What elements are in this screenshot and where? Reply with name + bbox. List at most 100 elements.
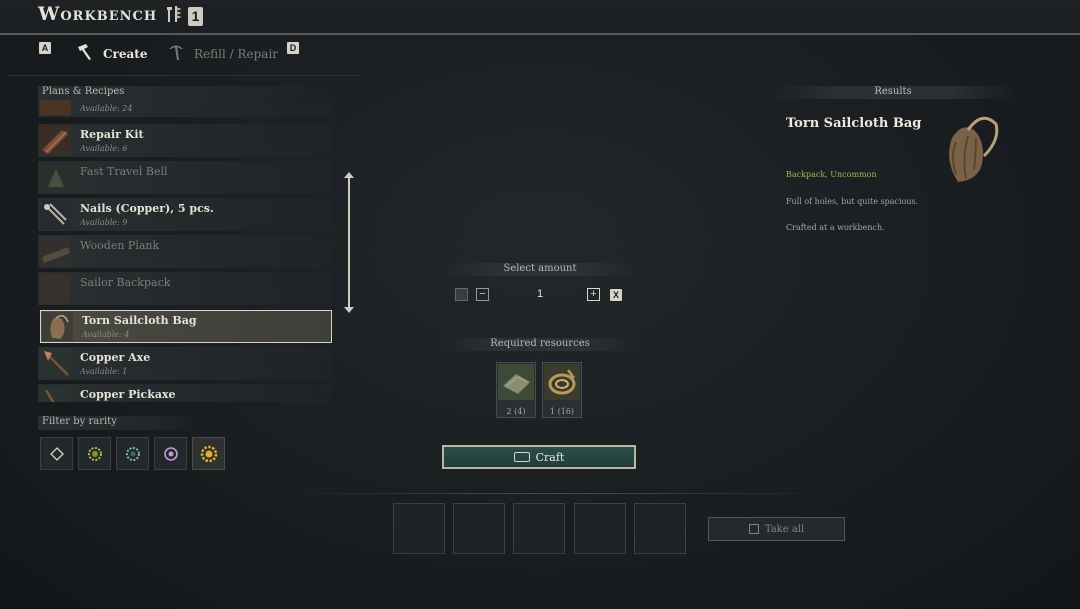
diamond-icon (49, 446, 64, 461)
filter-header-label: Filter by rarity (42, 416, 117, 427)
recipe-item-wooden-plank[interactable]: Wooden Plank (38, 235, 332, 268)
max-amount-key[interactable]: X (610, 289, 622, 301)
resource-slot-cloth[interactable]: 2 (4) (496, 362, 536, 418)
amount-selector: − 1 + X (455, 287, 625, 303)
results-header: Results (770, 86, 1016, 99)
craft-label: Craft (535, 450, 565, 464)
next-tab-key[interactable]: D (287, 42, 299, 54)
take-all-label: Take all (764, 523, 805, 535)
nails-icon (40, 200, 71, 229)
workbench-level-badge: 1 (188, 6, 203, 26)
keyboard-space-icon (513, 452, 530, 462)
scroll-down-arrow[interactable] (344, 307, 354, 313)
divider (8, 75, 360, 76)
tab-create[interactable]: Create (75, 42, 147, 65)
recipe-name: Wooden Plank (80, 239, 160, 252)
output-slot[interactable] (453, 503, 505, 554)
prev-tab-key[interactable]: A (39, 42, 51, 54)
pickaxe-icon (166, 42, 186, 65)
required-header-label: Required resources (490, 338, 590, 349)
result-rarity: Backpack, Uncommon (786, 170, 877, 179)
recipe-name: Torn Sailcloth Bag (82, 314, 197, 327)
title-icons: 1 (164, 4, 203, 28)
recipe-availability: Available: 9 (80, 218, 128, 227)
mode-tabs: A Create Refill / Repair D (0, 40, 360, 66)
recipes-header-label: Plans & Recipes (42, 86, 125, 97)
output-slot[interactable] (393, 503, 445, 554)
recipe-thumb-plank-icon (40, 100, 71, 115)
output-slot[interactable] (513, 503, 565, 554)
recipe-item-repair-kit[interactable]: Repair Kit Available: 6 (38, 124, 332, 157)
amount-value: 1 (536, 288, 544, 300)
result-item-image (938, 110, 1004, 190)
decrease-button[interactable]: − (476, 288, 489, 301)
recipe-availability: Available: 1 (80, 367, 128, 376)
output-slot[interactable] (574, 503, 626, 554)
rope-icon (544, 364, 580, 400)
min-amount-icon[interactable] (455, 288, 468, 301)
recipe-item-nails[interactable]: Nails (Copper), 5 pcs. Available: 9 (38, 198, 332, 231)
amount-header-label: Select amount (503, 263, 577, 274)
recipe-availability: Available: 24 (80, 104, 133, 113)
recipe-availability: Available: 4 (82, 330, 130, 339)
tab-create-label: Create (103, 46, 148, 61)
pickaxe-icon (40, 386, 71, 402)
amount-header: Select amount (440, 263, 640, 276)
recipe-item-copper-pickaxe[interactable]: Copper Pickaxe (38, 384, 332, 402)
cloth-icon (498, 364, 534, 400)
gear-teal-icon (125, 446, 140, 461)
recipe-name: Copper Axe (80, 351, 151, 364)
tab-refill-label: Refill / Repair (194, 46, 279, 61)
hammer-saw-icon (164, 4, 184, 28)
rarity-all-button[interactable] (40, 437, 73, 470)
resource-qty: 1 (16) (549, 407, 575, 416)
result-crafting-info: Crafted at a workbench. (786, 223, 885, 232)
take-all-button[interactable]: Take all (708, 517, 845, 541)
recipe-item-fast-travel-bell[interactable]: Fast Travel Bell (38, 161, 332, 194)
key-d-hint: D (287, 42, 299, 54)
results-header-label: Results (874, 86, 912, 97)
recipe-item[interactable]: Available: 24 (38, 100, 332, 117)
recipe-list: Available: 24 Repair Kit Available: 6 Fa… (38, 100, 334, 402)
rarity-filter-row (40, 437, 225, 470)
rarity-legendary-button[interactable] (192, 437, 225, 470)
top-bar: Workbench 1 (0, 0, 1080, 35)
recipe-item-copper-axe[interactable]: Copper Axe Available: 1 (38, 347, 332, 380)
recipe-scrollbar[interactable] (348, 175, 350, 311)
sailcloth-bag-icon (949, 116, 999, 182)
required-header: Required resources (440, 338, 640, 351)
recipe-name: Sailor Backpack (80, 276, 171, 289)
recipe-item-sailor-backpack[interactable]: Sailor Backpack (38, 272, 332, 305)
bell-icon (40, 163, 71, 192)
divider (280, 493, 840, 494)
recipes-header: Plans & Recipes (38, 86, 342, 100)
recipe-name: Fast Travel Bell (80, 165, 168, 178)
recipe-item-torn-sailcloth-bag[interactable]: Torn Sailcloth Bag Available: 4 (40, 310, 332, 343)
result-item-name: Torn Sailcloth Bag (786, 116, 922, 131)
resource-slot-rope[interactable]: 1 (16) (542, 362, 582, 418)
page-title: Workbench (38, 3, 158, 25)
increase-button[interactable]: + (587, 288, 600, 301)
rarity-common-button[interactable] (78, 437, 111, 470)
recipe-name: Repair Kit (80, 128, 144, 141)
craft-button[interactable]: Craft (442, 445, 636, 469)
filter-header: Filter by rarity (38, 416, 202, 430)
hammer-icon (75, 42, 95, 65)
circle-purple-icon (163, 446, 178, 461)
output-slot[interactable] (634, 503, 686, 554)
backpack-icon (40, 274, 71, 303)
tab-refill-repair[interactable]: Refill / Repair (166, 42, 278, 65)
rarity-rare-button[interactable] (154, 437, 187, 470)
gear-gold-icon (200, 445, 217, 462)
result-description: Full of holes, but quite spacious. (786, 197, 919, 206)
key-hint-icon (748, 524, 759, 534)
repair-kit-icon (40, 126, 71, 155)
recipe-name: Copper Pickaxe (80, 388, 176, 401)
sailcloth-bag-icon (42, 312, 73, 341)
recipe-name: Nails (Copper), 5 pcs. (80, 202, 214, 215)
resource-qty: 2 (4) (506, 407, 526, 416)
plank-icon (40, 237, 71, 266)
gear-yellow-icon (87, 446, 102, 461)
rarity-uncommon-button[interactable] (116, 437, 149, 470)
key-a-hint: A (39, 42, 51, 54)
